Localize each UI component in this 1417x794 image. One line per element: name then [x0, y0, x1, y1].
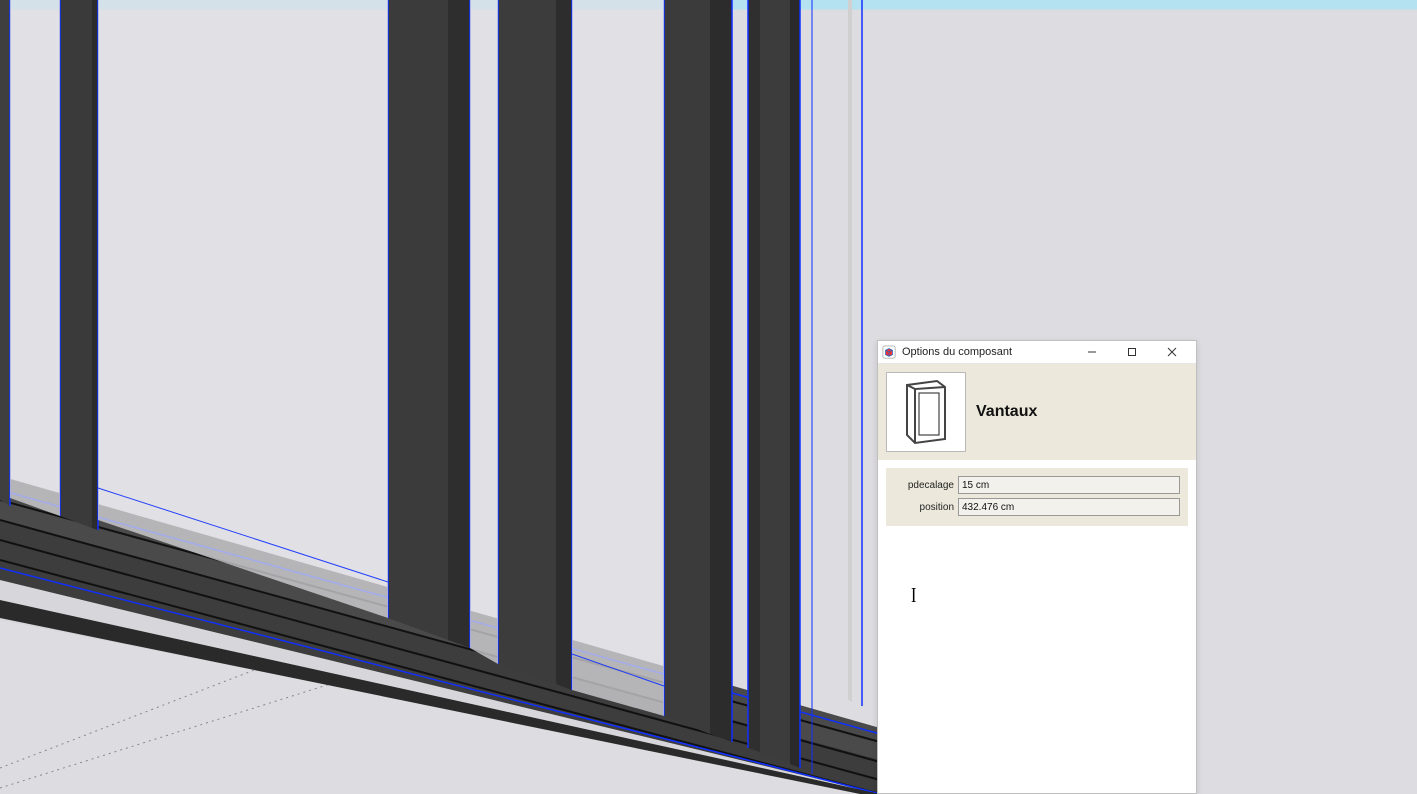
sketchup-icon: [882, 345, 896, 359]
property-row: pdecalage 15 cm: [894, 476, 1180, 494]
minimize-button[interactable]: [1072, 341, 1112, 363]
dialog-titlebar[interactable]: Options du composant: [878, 341, 1196, 364]
close-button[interactable]: [1152, 341, 1192, 363]
property-input-pdecalage[interactable]: 15 cm: [958, 476, 1180, 494]
dialog-title: Options du composant: [902, 346, 1072, 358]
property-label: position: [894, 502, 954, 513]
maximize-button[interactable]: [1112, 341, 1152, 363]
property-label: pdecalage: [894, 480, 954, 491]
component-options-dialog[interactable]: Options du composant Vantaux: [877, 340, 1197, 794]
component-thumbnail: [886, 372, 966, 452]
property-row: position 432.476 cm: [894, 498, 1180, 516]
property-input-position[interactable]: 432.476 cm: [958, 498, 1180, 516]
dialog-body-empty: I: [878, 534, 1196, 793]
viewport-3d[interactable]: [0, 0, 1417, 794]
property-panel: pdecalage 15 cm position 432.476 cm: [886, 468, 1188, 526]
component-name: Vantaux: [976, 403, 1037, 421]
dialog-header: Vantaux: [878, 364, 1196, 460]
text-cursor-icon: I: [911, 585, 916, 608]
